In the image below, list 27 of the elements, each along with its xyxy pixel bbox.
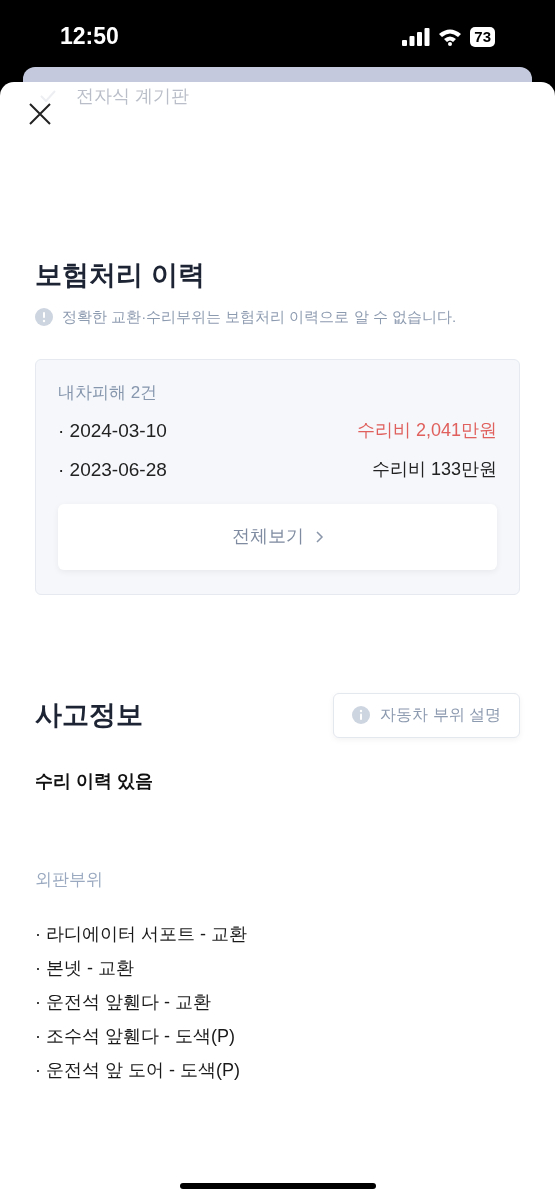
info-icon: [35, 308, 53, 327]
info-icon: [352, 706, 371, 724]
repair-status: 수리 이력 있음: [35, 769, 154, 793]
parts-guide-button[interactable]: 자동차 부위 설명: [333, 692, 520, 738]
repair-part-item: · 라디에이터 서포트 - 교환: [35, 923, 248, 946]
status-time: 12:50: [60, 22, 119, 52]
panel-section-label: 외판부위: [35, 868, 104, 891]
repair-part-item: · 운전석 앞 도어 - 도색(P): [35, 1059, 241, 1082]
close-button[interactable]: [28, 102, 52, 126]
view-all-button[interactable]: 전체보기: [58, 503, 497, 570]
background-item-label: 전자식 계기판: [76, 84, 189, 108]
section-title: 사고정보: [35, 698, 143, 732]
chevron-right-icon: [315, 530, 324, 543]
damage-count: 내차피해 2건: [58, 381, 159, 404]
claim-date: · 2024-03-10: [58, 418, 167, 443]
claim-date: · 2023-06-28: [58, 457, 167, 482]
repair-part-item: · 운전석 앞휀다 - 교환: [35, 991, 212, 1014]
repair-cost: 수리비 133만원: [371, 457, 497, 481]
check-icon: [40, 90, 56, 102]
section-title: 보험처리 이력: [35, 259, 206, 292]
wifi-icon: [438, 27, 463, 46]
signal-icon: [402, 27, 431, 46]
battery-indicator: 73: [470, 26, 495, 47]
repair-part-item: · 조수석 앞휀다 - 도색(P): [35, 1025, 236, 1048]
notice-text: 정확한 교환·수리부위는 보험처리 이력으로 알 수 없습니다.: [62, 307, 457, 327]
repair-part-item: · 본넷 - 교환: [35, 957, 135, 980]
repair-cost: 수리비 2,041만원: [356, 418, 497, 442]
